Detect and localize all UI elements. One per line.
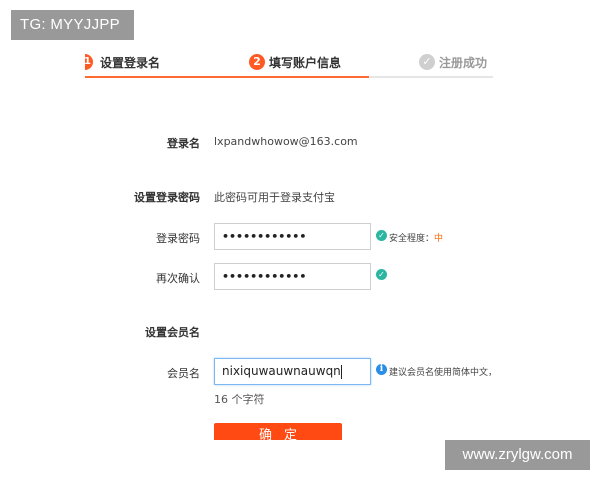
member-name-input[interactable]: nixiquwauwnauwqn [214, 358, 371, 385]
check-circle-icon: ✓ [376, 269, 387, 280]
member-section-label: 设置会员名 [145, 326, 200, 339]
text-caret [340, 364, 342, 379]
confirm-password-input[interactable]: •••••••••••• [214, 263, 371, 290]
step-number-badge: 2 [249, 54, 265, 70]
set-password-label: 设置登录密码 [134, 191, 200, 204]
watermark-top-left: TG: MYYJJPP [11, 10, 134, 40]
strength-level: 中 [434, 234, 444, 244]
check-circle-icon: ✓ [376, 230, 387, 241]
step-number-badge: 1 [85, 54, 93, 70]
password-label: 登录密码 [156, 232, 200, 245]
member-name-label: 会员名 [167, 367, 200, 380]
step-register-success: ✓ 注册成功 [419, 50, 487, 74]
strength-prefix: 安全程度： [389, 234, 435, 244]
step-label: 注册成功 [439, 55, 488, 70]
confirm-password-label: 再次确认 [156, 272, 200, 285]
char-count: 16 个字符 [214, 393, 265, 406]
step-label: 设置登录名 [100, 55, 161, 70]
step-set-login-name: 1 设置登录名 [85, 50, 160, 74]
member-name-value: nixiquwauwnauwqn [222, 364, 341, 378]
check-circle-icon: ✓ [419, 54, 435, 70]
registration-steps: 1 设置登录名 2 填写账户信息 ✓ 注册成功 [85, 50, 493, 80]
password-strength: 安全程度：中 [389, 231, 443, 244]
login-name-label: 登录名 [167, 137, 200, 150]
login-name-value: lxpandwhowow@163.com [214, 135, 358, 148]
watermark-bottom-right: www.zrylgw.com [445, 440, 590, 470]
password-input[interactable]: •••••••••••• [214, 223, 371, 250]
step-label: 填写账户信息 [269, 55, 342, 70]
set-password-note: 此密码可用于登录支付宝 [214, 191, 335, 204]
member-name-hint: 建议会员名使用简体中文，2 [389, 368, 493, 378]
bottom-mask [200, 440, 445, 480]
step-fill-account-info: 2 填写账户信息 [249, 50, 341, 74]
progress-fill [85, 76, 369, 78]
info-icon: i [376, 364, 387, 375]
